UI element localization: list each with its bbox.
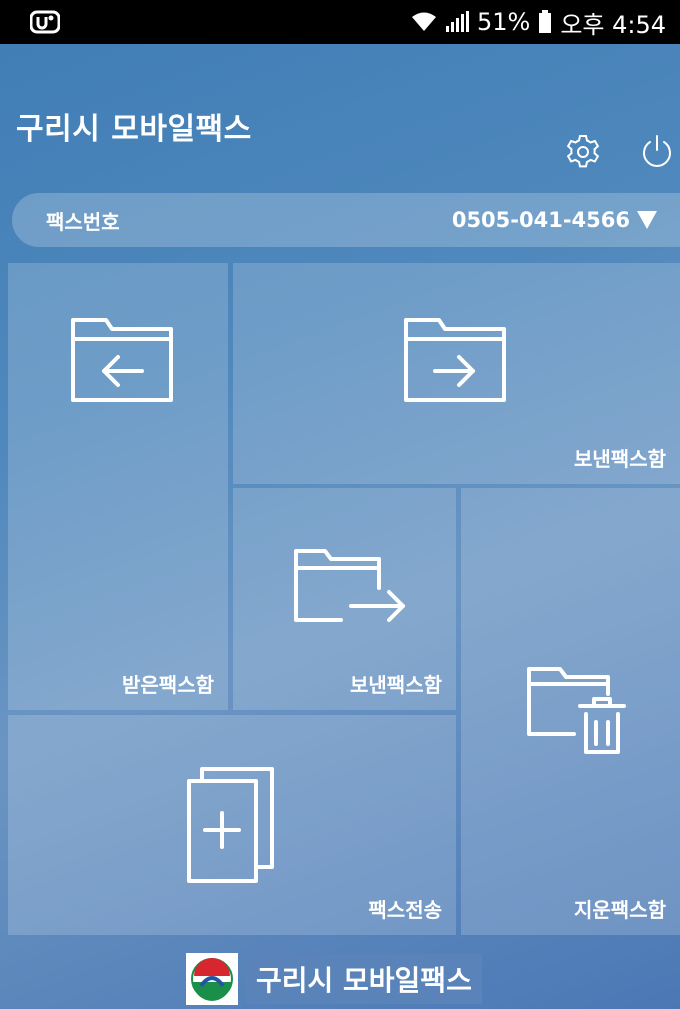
battery-icon (539, 10, 552, 33)
folder-arrow-left-icon (71, 318, 173, 402)
dropdown-triangle-icon (637, 211, 657, 229)
fax-number-selector[interactable]: 팩스번호 0505-041-4566 (12, 193, 680, 247)
folder-trash-icon (527, 667, 626, 754)
tile-received-fax[interactable]: 받은팩스함 (8, 263, 228, 710)
gear-icon (566, 135, 600, 168)
tile-sent-fax[interactable]: 보낸팩스함 (233, 263, 680, 484)
tile-send-label: 팩스전송 (368, 898, 442, 922)
city-emblem-icon (186, 953, 238, 1005)
settings-button[interactable] (565, 134, 601, 174)
footer-logo-text: 구리시 모바일팩스 (246, 954, 482, 1004)
power-icon (643, 135, 671, 167)
tile-sent-label: 보낸팩스함 (574, 447, 666, 471)
tile-sent-fax-secondary[interactable]: 보낸팩스함 (233, 488, 456, 710)
status-right: 51% 오후 4:54 (411, 5, 666, 40)
tile-deleted-label: 지운팩스함 (574, 898, 666, 922)
power-button[interactable] (639, 134, 675, 174)
folder-export-icon (294, 549, 405, 622)
footer-logo: 구리시 모바일팩스 (186, 953, 482, 1005)
tile-deleted-fax[interactable]: 지운팩스함 (461, 488, 680, 935)
status-bar: 51% 오후 4:54 (0, 0, 680, 44)
battery-percent: 51% (476, 8, 531, 36)
fax-number-value-group: 0505-041-4566 (452, 208, 658, 232)
clock: 오후 4:54 (560, 10, 666, 39)
tile-send-fax[interactable]: 팩스전송 (8, 715, 456, 935)
guri-emblem-icon (191, 958, 233, 1001)
document-add-icon (187, 767, 274, 883)
tile-sent-secondary-label: 보낸팩스함 (350, 673, 442, 697)
status-left (30, 10, 60, 34)
page-title: 구리시 모바일팩스 (16, 112, 252, 147)
fax-number-value: 0505-041-4566 (451, 208, 630, 232)
signal-icon (445, 11, 469, 32)
carrier-logo-icon (30, 10, 60, 34)
tile-received-label: 받은팩스함 (122, 673, 214, 697)
wifi-icon (411, 12, 436, 31)
folder-arrow-right-icon (404, 318, 506, 402)
fax-number-label: 팩스번호 (46, 209, 120, 234)
